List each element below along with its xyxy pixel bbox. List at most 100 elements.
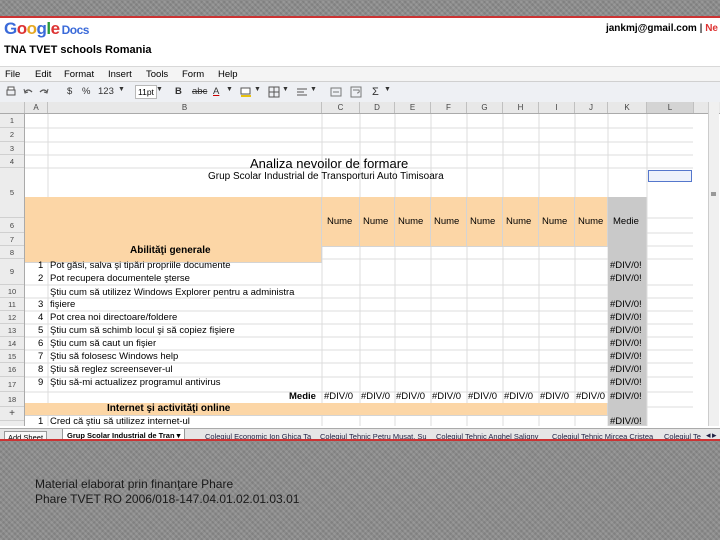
menu-help[interactable]: Help	[218, 69, 238, 80]
medie-value[interactable]: #DIV/0!	[610, 260, 642, 271]
number-format-button[interactable]: 123	[98, 86, 114, 97]
row-header[interactable]: 6	[0, 218, 24, 233]
item-text[interactable]: Ştiu cum să schimb locul şi să copiez fi…	[50, 325, 235, 336]
menu-edit[interactable]: Edit	[35, 69, 51, 80]
row-header[interactable]: 12	[0, 311, 24, 324]
sheet-tab[interactable]: Colegiul Tehnic Petru Musat, Su	[320, 432, 427, 439]
row-header[interactable]: 17	[0, 377, 24, 392]
column-header[interactable]: L	[647, 102, 694, 113]
align-icon[interactable]	[296, 86, 308, 98]
sheet-tab-active[interactable]: Grup Scolar Industrial de Tran ▾	[62, 429, 186, 439]
medie-value[interactable]: #DIV/0!	[610, 416, 642, 426]
menu-form[interactable]: Form	[182, 69, 204, 80]
row-header[interactable]: 8	[0, 246, 24, 259]
menu-tools[interactable]: Tools	[146, 69, 168, 80]
row-header[interactable]: 2	[0, 128, 24, 142]
merge-cells-icon[interactable]	[330, 86, 342, 98]
item-text[interactable]: Ştiu cum să caut un fişier	[50, 338, 156, 349]
document-title[interactable]: TNA TVET schools Romania	[4, 44, 152, 56]
sheet-tab[interactable]: Colegiul Te	[664, 432, 701, 439]
print-icon[interactable]	[5, 86, 17, 98]
row-average-value[interactable]: #DIV/0	[540, 391, 575, 402]
chevron-left-icon[interactable]: ◂	[706, 430, 711, 439]
scroll-thumb[interactable]	[711, 192, 716, 196]
sum-function-button[interactable]: Σ	[372, 86, 379, 98]
item-text[interactable]: Ştiu cum să utilizez Windows Explorer pe…	[50, 287, 294, 298]
menu-insert[interactable]: Insert	[108, 69, 132, 80]
menu-format[interactable]: Format	[64, 69, 94, 80]
row-average-value[interactable]: #DIV/0	[361, 391, 395, 402]
row-header[interactable]: 15	[0, 350, 24, 363]
column-header[interactable]: D	[360, 102, 395, 113]
row-header[interactable]: 9	[0, 259, 24, 285]
sheet-title[interactable]: Analiza nevoilor de formare	[250, 156, 408, 171]
item-text[interactable]: Pot găsi, salva şi tipări propriile docu…	[50, 260, 231, 271]
column-header[interactable]: I	[539, 102, 575, 113]
row-header[interactable]: 1	[0, 114, 24, 128]
item-text[interactable]: Ştiu să folosesc Windows help	[50, 351, 178, 362]
item-text[interactable]: Cred că ştiu să utilizez internet-ul	[50, 416, 190, 426]
column-header[interactable]: F	[431, 102, 467, 113]
row-average-value[interactable]: #DIV/0	[396, 391, 431, 402]
row-header[interactable]: 16	[0, 363, 24, 377]
chevron-down-icon[interactable]: ▼	[310, 86, 317, 93]
column-header[interactable]: E	[395, 102, 431, 113]
row-header[interactable]: 18	[0, 392, 24, 407]
undo-icon[interactable]	[22, 86, 34, 98]
borders-icon[interactable]	[268, 86, 280, 98]
redo-icon[interactable]	[38, 86, 50, 98]
item-text[interactable]: fişiere	[50, 299, 75, 310]
medie-value[interactable]: #DIV/0!	[610, 338, 642, 349]
selected-cell[interactable]	[648, 170, 692, 182]
sheet-tab[interactable]: Colegiul Economic Ion Ghica Ta	[205, 432, 311, 439]
row-header[interactable]: 14	[0, 337, 24, 350]
row-header[interactable]: 7	[0, 233, 24, 246]
row-header[interactable]: 5	[0, 168, 24, 218]
medie-value[interactable]: #DIV/0!	[610, 391, 642, 402]
row-average-value[interactable]: #DIV/0	[576, 391, 608, 402]
add-sheet-button[interactable]: Add Sheet	[4, 431, 48, 439]
wrap-text-icon[interactable]	[350, 86, 362, 98]
chevron-down-icon[interactable]: ▼	[282, 86, 289, 93]
column-header[interactable]: C	[322, 102, 360, 113]
font-color-button[interactable]: A	[213, 86, 219, 97]
medie-value[interactable]: #DIV/0!	[610, 351, 642, 362]
chevron-down-icon[interactable]: ▼	[156, 86, 163, 93]
row-average-value[interactable]: #DIV/0	[324, 391, 360, 402]
medie-value[interactable]: #DIV/0!	[610, 273, 642, 284]
row-header[interactable]: 11	[0, 298, 24, 311]
fill-color-icon[interactable]	[240, 86, 252, 98]
item-text[interactable]: Pot recupera documentele şterse	[50, 273, 190, 284]
item-text[interactable]: Ştiu să reglez screensever-ul	[50, 364, 173, 375]
row-header[interactable]: 13	[0, 324, 24, 337]
item-text[interactable]: Ştiu să-mi actualizez programul antiviru…	[50, 377, 221, 388]
chevron-down-icon[interactable]: ▼	[118, 86, 125, 93]
font-size-select[interactable]: 11pt	[135, 85, 157, 99]
item-text[interactable]: Pot crea noi directoare/foldere	[50, 312, 177, 323]
chevron-down-icon[interactable]: ▼	[226, 86, 233, 93]
add-row-icon[interactable]: +	[0, 407, 24, 421]
medie-value[interactable]: #DIV/0!	[610, 377, 642, 388]
menu-file[interactable]: File	[5, 69, 20, 80]
medie-value[interactable]: #DIV/0!	[610, 299, 642, 310]
medie-value[interactable]: #DIV/0!	[610, 364, 642, 375]
vertical-scrollbar[interactable]	[708, 102, 719, 426]
column-header[interactable]: H	[503, 102, 539, 113]
bold-button[interactable]: B	[175, 86, 182, 97]
column-header[interactable]: A	[25, 102, 48, 113]
column-header[interactable]: J	[575, 102, 608, 113]
chevron-right-icon[interactable]: ▸	[712, 430, 717, 439]
sheet-tab[interactable]: Colegiul Tehnic Anghel Saligny	[436, 432, 538, 439]
row-header[interactable]: 10	[0, 285, 24, 298]
percent-format-button[interactable]: %	[82, 86, 90, 97]
new-link[interactable]: Ne	[705, 23, 718, 34]
column-header[interactable]: K	[608, 102, 647, 113]
column-header[interactable]: B	[48, 102, 322, 113]
row-header[interactable]: 4	[0, 155, 24, 168]
medie-value[interactable]: #DIV/0!	[610, 325, 642, 336]
row-average-value[interactable]: #DIV/0	[432, 391, 467, 402]
row-header[interactable]: 3	[0, 142, 24, 155]
currency-format-button[interactable]: $	[67, 86, 72, 97]
row-average-value[interactable]: #DIV/0	[504, 391, 539, 402]
sheet-tab[interactable]: Colegiul Tehnic Mircea Cristea	[552, 432, 653, 439]
